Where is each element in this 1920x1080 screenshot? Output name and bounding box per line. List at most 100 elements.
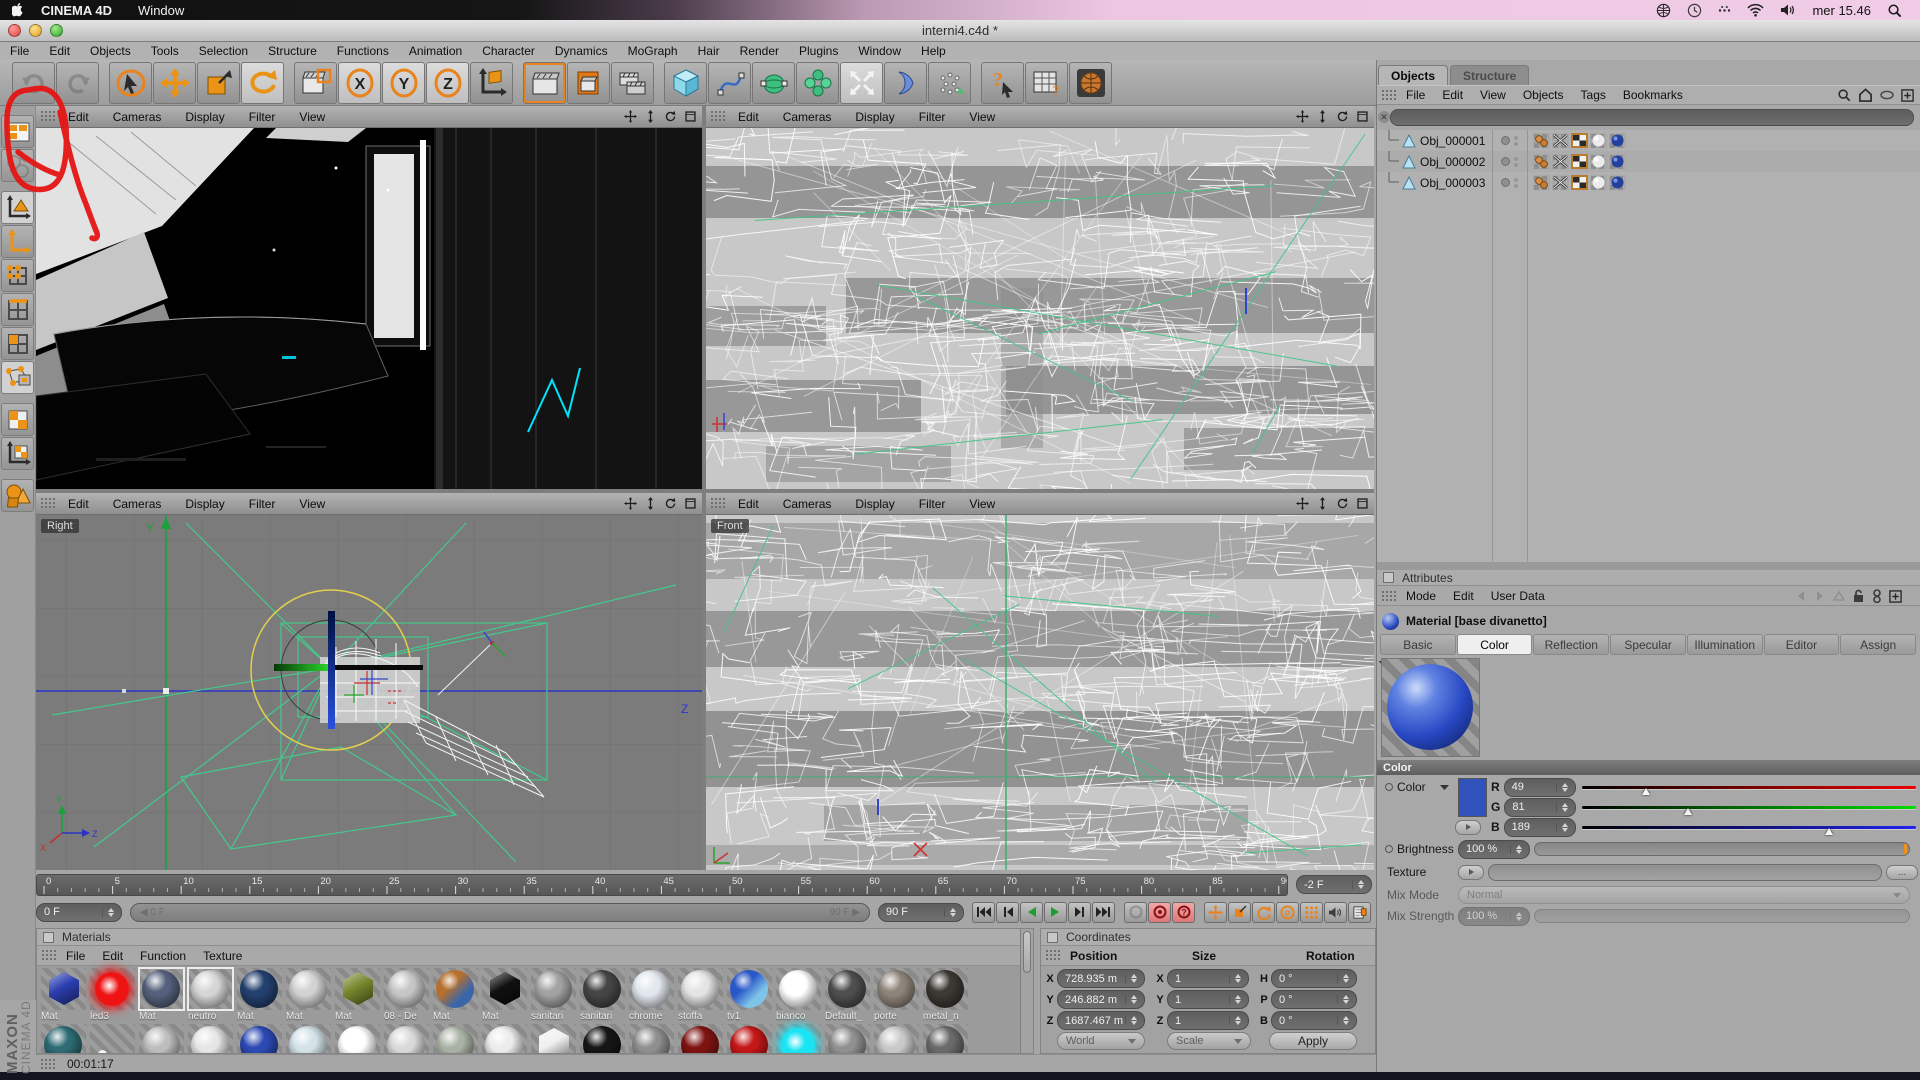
menu-render[interactable]: Render xyxy=(730,44,789,58)
panel-grip-icon[interactable] xyxy=(40,110,55,123)
metaball-tool-button[interactable] xyxy=(884,62,927,104)
viewport-menu-view[interactable]: View xyxy=(957,110,1007,124)
green-slider[interactable] xyxy=(1582,800,1916,814)
wireframe-viewport-canvas[interactable] xyxy=(706,128,1374,489)
material-name-label[interactable]: Mat xyxy=(335,1011,380,1022)
material-thumbnail[interactable] xyxy=(923,968,968,1010)
record-scale-button[interactable] xyxy=(1228,902,1251,923)
undo-button[interactable] xyxy=(12,62,55,104)
right-view-canvas[interactable]: Right Y Z xyxy=(36,515,702,870)
texture-mode-icon[interactable] xyxy=(1,403,34,436)
goto-start-button[interactable] xyxy=(972,902,995,923)
material-thumbnail[interactable] xyxy=(482,968,527,1010)
material-thumbnail[interactable] xyxy=(286,968,331,1010)
material-thumbnail[interactable] xyxy=(237,968,282,1010)
material-name-label[interactable]: Default_ xyxy=(825,1011,870,1022)
panel-grip-icon[interactable] xyxy=(40,497,55,510)
menu-file[interactable]: File xyxy=(0,44,39,58)
render-settings-button[interactable] xyxy=(567,62,610,104)
polygon-object-icon[interactable] xyxy=(1401,154,1417,170)
online-updater-button[interactable] xyxy=(1069,62,1112,104)
material-preview[interactable] xyxy=(1381,658,1480,757)
viewport-rotate-icon[interactable] xyxy=(664,497,677,510)
goto-end-button[interactable] xyxy=(1092,902,1115,923)
texture-axis-mode-icon[interactable] xyxy=(1,437,34,470)
panel-checkbox[interactable] xyxy=(43,932,54,943)
material-thumbnail[interactable] xyxy=(41,968,86,1010)
viewport-menu-view[interactable]: View xyxy=(957,497,1007,511)
menu-structure[interactable]: Structure xyxy=(258,44,327,58)
sound-toggle-button[interactable] xyxy=(1324,902,1347,923)
range-start-field[interactable]: 0 F xyxy=(36,903,122,922)
viewport-menu-edit[interactable]: Edit xyxy=(726,497,771,511)
panel-grip-icon[interactable] xyxy=(1045,949,1060,962)
spotlight-search-icon[interactable] xyxy=(1887,3,1902,18)
add-array-object-button[interactable] xyxy=(796,62,839,104)
color-expand-button[interactable] xyxy=(1455,820,1481,835)
material-name-label[interactable]: stoffa xyxy=(678,1011,723,1022)
viewport-bottom-left[interactable]: EditCamerasDisplayFilterView Right xyxy=(36,493,702,870)
object-axis-mode-icon[interactable] xyxy=(1,361,34,394)
material-thumbnail[interactable] xyxy=(825,1024,870,1054)
object-manager-menu-bookmarks[interactable]: Bookmarks xyxy=(1623,88,1683,102)
texture-browse-button[interactable]: ... xyxy=(1886,865,1918,880)
material-name-label[interactable]: tv1 xyxy=(727,1011,772,1022)
material-thumbnail[interactable] xyxy=(629,968,674,1010)
model-mode-icon[interactable] xyxy=(1,479,34,512)
rotation-b-field[interactable]: 0 ° xyxy=(1271,1011,1357,1030)
object-manager-menu-tags[interactable]: Tags xyxy=(1581,88,1606,102)
object-manager-menu-edit[interactable]: Edit xyxy=(1442,88,1463,102)
size-y-field[interactable]: 1 xyxy=(1167,990,1249,1009)
white-material-tag-icon[interactable] xyxy=(1590,154,1607,169)
range-end-field[interactable]: 90 F xyxy=(878,903,964,922)
points-mode-icon[interactable] xyxy=(1,259,34,292)
home-icon[interactable] xyxy=(1858,88,1873,102)
viewport-menu-edit[interactable]: Edit xyxy=(56,497,101,511)
size-x-field[interactable]: 1 xyxy=(1167,969,1249,988)
material-thumbnail[interactable] xyxy=(727,1024,772,1054)
lock-icon[interactable] xyxy=(1852,589,1865,603)
viewport-pan-icon[interactable] xyxy=(1296,497,1309,510)
texture-path-field[interactable] xyxy=(1488,864,1882,881)
material-thumbnail[interactable] xyxy=(139,968,184,1010)
texture-expand-button[interactable] xyxy=(1458,865,1484,880)
attribute-tab-illumination[interactable]: Illumination xyxy=(1687,634,1763,655)
previous-frame-button[interactable] xyxy=(996,902,1019,923)
menu-help[interactable]: Help xyxy=(911,44,956,58)
move-tool[interactable] xyxy=(153,62,196,104)
add-nurbs-button[interactable] xyxy=(752,62,795,104)
edges-mode-icon[interactable] xyxy=(1,293,34,326)
tab-objects[interactable]: Objects xyxy=(1378,65,1448,86)
attribute-tab-specular[interactable]: Specular xyxy=(1610,634,1686,655)
material-thumbnail[interactable] xyxy=(41,1024,86,1054)
material-thumbnail[interactable] xyxy=(90,968,135,1010)
viewport-bottom-right[interactable]: EditCamerasDisplayFilterView Front xyxy=(706,493,1374,870)
nav-back-icon[interactable] xyxy=(1795,590,1807,602)
material-name-label[interactable]: sanitari xyxy=(531,1011,576,1022)
expand-object-button[interactable] xyxy=(840,62,883,104)
mac-app-name[interactable]: CINEMA 4D xyxy=(41,3,112,18)
viewport-maximize-icon[interactable] xyxy=(684,110,697,123)
viewport-menu-display[interactable]: Display xyxy=(843,110,906,124)
white-material-tag-icon[interactable] xyxy=(1590,133,1607,148)
content-browser-button[interactable]: ? xyxy=(1025,62,1068,104)
window-titlebar[interactable]: interni4.c4d * xyxy=(0,20,1920,42)
viewport-menu-filter[interactable]: Filter xyxy=(907,110,958,124)
texture-tag-icon[interactable] xyxy=(1571,175,1588,190)
material-thumbnail[interactable] xyxy=(90,1024,135,1054)
record-rotation-button[interactable] xyxy=(1252,902,1275,923)
viewport-menu-cameras[interactable]: Cameras xyxy=(771,110,844,124)
material-name-label[interactable]: Mat xyxy=(237,1011,282,1022)
material-name-label[interactable]: neutro xyxy=(188,1011,233,1022)
material-name-label[interactable]: Mat xyxy=(286,1011,331,1022)
stepper-icon[interactable] xyxy=(102,908,114,917)
viewport-pan-icon[interactable] xyxy=(1296,110,1309,123)
viewport-top-right[interactable]: EditCamerasDisplayFilterView xyxy=(706,106,1374,489)
attributes-menu-edit[interactable]: Edit xyxy=(1453,589,1474,603)
viewport-menu-edit[interactable]: Edit xyxy=(726,110,771,124)
help-button[interactable]: ? xyxy=(981,62,1024,104)
material-thumbnail[interactable] xyxy=(531,968,576,1010)
panel-grip-icon[interactable] xyxy=(710,497,725,510)
material-name-label[interactable]: 08 - De xyxy=(384,1011,429,1022)
play-backward-button[interactable] xyxy=(1020,902,1043,923)
